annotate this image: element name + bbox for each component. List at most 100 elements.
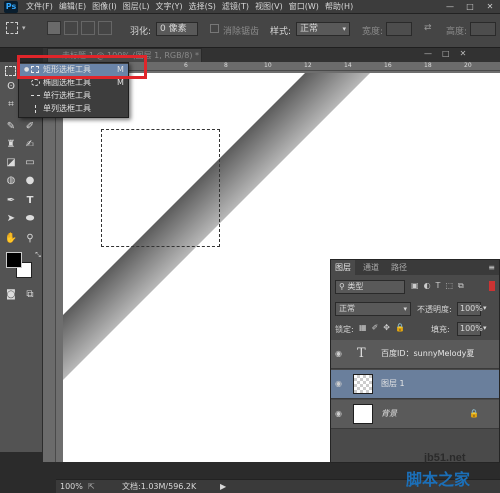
menu-item-label: 单行选框工具	[43, 91, 91, 100]
crop-icon[interactable]: ⌗	[3, 98, 19, 112]
antialias-label: 消除锯齿	[223, 27, 260, 37]
tab-channels[interactable]: 通道	[359, 260, 383, 275]
close-icon[interactable]: ✕	[482, 1, 498, 12]
antialias-checkbox[interactable]	[210, 24, 219, 33]
filter-adjust-icon[interactable]: ◐	[424, 281, 431, 291]
filter-type-icon[interactable]: T	[436, 281, 441, 291]
chevron-down-icon[interactable]: ▾	[483, 304, 487, 312]
lasso-icon[interactable]: ʘ	[3, 80, 19, 94]
ruler-tick: 6	[184, 62, 188, 69]
layer-row-layer1[interactable]: ◉ 图层 1	[331, 370, 499, 399]
menu-filter[interactable]: 滤镜(T)	[222, 0, 249, 14]
app-logo: Ps	[4, 1, 18, 13]
chevron-down-icon[interactable]: ▾	[483, 324, 487, 332]
export-icon[interactable]: ⇱	[88, 480, 95, 493]
ruler-tick: 14	[344, 62, 352, 69]
maximize-icon[interactable]: □	[462, 1, 478, 12]
eye-icon[interactable]: ◉	[335, 350, 345, 358]
maximize-icon[interactable]: □	[442, 49, 450, 58]
menu-items: 文件(F) 编辑(E) 图像(I) 图层(L) 文字(Y) 选择(S) 滤镜(T…	[26, 0, 353, 14]
intersect-selection-icon[interactable]	[98, 21, 112, 35]
play-icon[interactable]: ▶	[220, 480, 226, 493]
layer-filter-select[interactable]: ⚲ 类型	[335, 280, 405, 294]
new-selection-icon[interactable]	[47, 21, 61, 35]
minimize-icon[interactable]: —	[442, 1, 458, 12]
lock-pixels-icon[interactable]: ✐	[372, 323, 379, 332]
path-select-icon[interactable]: ➤	[3, 212, 19, 226]
filter-shape-icon[interactable]: ⬚	[445, 281, 453, 291]
layer-row-background[interactable]: ◉ 背景 🔒	[331, 400, 499, 429]
brush-icon[interactable]: ✐	[22, 120, 38, 134]
type-icon[interactable]: T	[22, 194, 38, 208]
layer-row-text[interactable]: ◉ T 百度ID：sunnyMelody夏	[331, 340, 499, 369]
minimize-icon[interactable]: —	[424, 49, 432, 58]
pen-icon[interactable]: ✒	[3, 194, 19, 208]
lock-position-icon[interactable]: ✥	[383, 323, 390, 332]
menu-item-single-column-marquee[interactable]: 单列选框工具	[19, 103, 128, 115]
menu-select[interactable]: 选择(S)	[189, 0, 216, 14]
blend-mode-value: 正常	[339, 304, 355, 313]
rectangle-selection[interactable]	[101, 129, 220, 247]
eyedropper-icon[interactable]: ✎	[3, 120, 19, 134]
zoom-level[interactable]: 100%	[60, 480, 83, 493]
add-selection-icon[interactable]	[64, 21, 78, 35]
menu-item-label: 椭圆选框工具	[43, 78, 91, 87]
ellipse-shape-icon[interactable]: ⬬	[22, 212, 38, 226]
tab-layers[interactable]: 图层	[331, 260, 355, 275]
panel-menu-icon[interactable]: ≡	[488, 263, 495, 272]
fill-input[interactable]: 100%	[457, 322, 483, 336]
gradient-icon[interactable]: ▭	[22, 156, 38, 170]
eye-icon[interactable]: ◉	[335, 380, 345, 388]
filter-smart-icon[interactable]: ⧉	[458, 281, 464, 291]
menu-type[interactable]: 文字(Y)	[155, 0, 182, 14]
hand-icon[interactable]: ✋	[3, 232, 19, 246]
blur-icon[interactable]: ◍	[3, 174, 19, 188]
feather-label: 羽化:	[130, 27, 152, 37]
lock-transparent-icon[interactable]: ▦	[359, 323, 367, 332]
screen-mode-icon[interactable]: ⧉	[22, 288, 38, 302]
stamp-icon[interactable]: ♜	[3, 138, 19, 152]
history-brush-icon[interactable]: ✍	[22, 138, 38, 152]
menu-view[interactable]: 视图(V)	[255, 0, 283, 14]
width-input[interactable]	[386, 22, 412, 36]
menu-edit[interactable]: 编辑(E)	[59, 0, 86, 14]
filter-toggle[interactable]	[489, 281, 495, 291]
quick-mask-icon[interactable]: ◙	[3, 288, 19, 302]
width-label: 宽度:	[362, 27, 384, 37]
style-select[interactable]: 正常 ▾	[296, 22, 350, 36]
menu-file[interactable]: 文件(F)	[26, 0, 53, 14]
eye-icon[interactable]: ◉	[335, 410, 345, 418]
lock-all-icon[interactable]: 🔒	[395, 323, 405, 332]
dodge-icon[interactable]: ●	[22, 174, 38, 188]
marquee-tool-icon[interactable]	[5, 66, 16, 76]
layer-thumbnail	[353, 404, 373, 424]
menu-image[interactable]: 图像(I)	[92, 0, 117, 14]
single-row-icon	[31, 95, 40, 96]
swap-icon[interactable]: ⇄	[424, 23, 432, 33]
height-input[interactable]	[470, 22, 496, 36]
swap-colors-icon[interactable]: ⤡	[30, 248, 46, 262]
blend-mode-select[interactable]: 正常 ▾	[335, 302, 411, 316]
highlight-annotation-box	[17, 55, 147, 79]
close-icon[interactable]: ✕	[460, 49, 467, 58]
eraser-icon[interactable]: ◪	[3, 156, 19, 170]
document-window-controls: — □ ✕	[424, 49, 466, 58]
options-bar: ▾ 羽化: 0 像素 消除锯齿 样式: 正常 ▾ 宽度: ⇄ 高度:	[0, 14, 500, 48]
tab-paths[interactable]: 路径	[387, 260, 411, 275]
menu-bar: Ps 文件(F) 编辑(E) 图像(I) 图层(L) 文字(Y) 选择(S) 滤…	[0, 0, 500, 14]
menu-layer[interactable]: 图层(L)	[123, 0, 150, 14]
menu-window[interactable]: 窗口(W)	[289, 0, 319, 14]
menu-item-label: 单列选框工具	[43, 104, 91, 113]
zoom-icon[interactable]: ⚲	[22, 232, 38, 246]
layer-filter-label: 类型	[347, 282, 364, 291]
opacity-input[interactable]: 100%	[457, 302, 483, 316]
menu-help[interactable]: 帮助(H)	[325, 0, 353, 14]
height-label: 高度:	[446, 27, 468, 37]
chevron-down-icon[interactable]: ▾	[22, 24, 26, 32]
menu-item-single-row-marquee[interactable]: 单行选框工具	[19, 90, 128, 102]
filter-pixel-icon[interactable]: ▣	[411, 281, 419, 291]
feather-input[interactable]: 0 像素	[156, 22, 198, 36]
marquee-tool-icon[interactable]	[6, 22, 18, 34]
watermark-site: jb51.net	[424, 452, 466, 464]
subtract-selection-icon[interactable]	[81, 21, 95, 35]
